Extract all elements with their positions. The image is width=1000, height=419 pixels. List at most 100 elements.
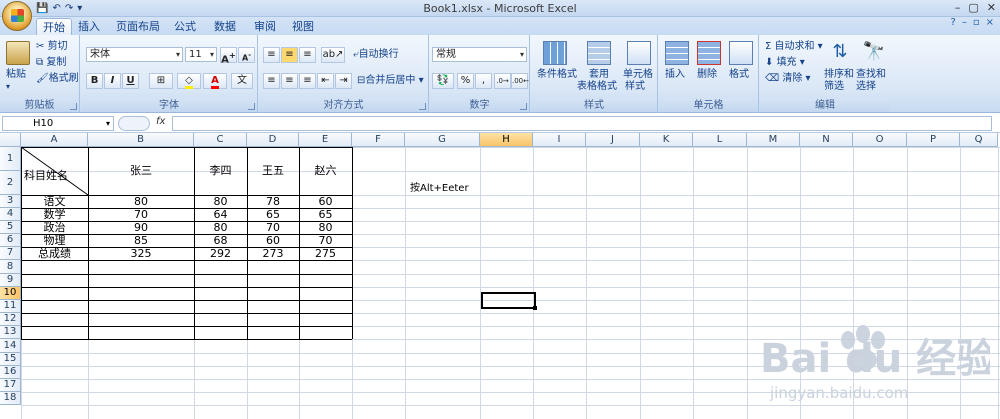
sort-filter-button[interactable]: 排序和 — [824, 69, 854, 81]
column-header-n[interactable]: N — [800, 133, 853, 147]
column-header-c[interactable]: C — [194, 133, 247, 147]
score-cell[interactable]: 70 — [247, 221, 299, 234]
fill-color-button[interactable]: ◇ — [177, 73, 201, 89]
delete-cells-button[interactable]: 删除 — [697, 69, 717, 81]
align-middle-button[interactable]: ≡ — [281, 47, 298, 63]
close-icon[interactable]: ✕ — [987, 1, 996, 15]
row-header-14[interactable]: 14 — [0, 339, 21, 353]
score-cell[interactable]: 273 — [247, 247, 299, 260]
tab-insert[interactable]: 插入 — [74, 18, 104, 35]
name-header-cell[interactable]: 张三 — [88, 147, 194, 195]
comma-button[interactable]: , — [475, 73, 492, 89]
insert-cells-button[interactable]: 插入 — [665, 69, 685, 81]
insert-function-button[interactable]: fx — [156, 116, 165, 127]
score-cell[interactable]: 68 — [194, 234, 247, 247]
row-header-18[interactable]: 18 — [0, 392, 21, 405]
alignment-launcher-icon[interactable] — [419, 103, 426, 110]
row-header-6[interactable]: 6 — [0, 234, 21, 247]
select-all-corner[interactable] — [0, 133, 21, 147]
wrap-text-button[interactable]: ⤶自动换行 — [353, 49, 399, 61]
score-cell[interactable]: 80 — [88, 195, 194, 208]
tab-view[interactable]: 视图 — [288, 18, 318, 35]
active-cell-cursor[interactable] — [481, 292, 536, 309]
name-header-cell[interactable]: 李四 — [194, 147, 247, 195]
shrink-font-button[interactable]: A- — [238, 47, 255, 63]
score-cell[interactable]: 65 — [299, 208, 352, 221]
clear-button[interactable]: ⌫ 清除 ▾ — [765, 73, 811, 85]
grow-font-button[interactable]: A+ — [220, 47, 237, 65]
font-color-button[interactable]: A — [203, 73, 227, 89]
score-cell[interactable]: 65 — [247, 208, 299, 221]
clipboard-launcher-icon[interactable] — [70, 103, 77, 110]
tab-page-layout[interactable]: 页面布局 — [112, 18, 164, 35]
row-header-11[interactable]: 11 — [0, 300, 21, 313]
column-header-d[interactable]: D — [247, 133, 299, 147]
currency-button[interactable]: 💱 — [432, 73, 454, 89]
row-header-12[interactable]: 12 — [0, 313, 21, 326]
row-header-16[interactable]: 16 — [0, 366, 21, 379]
header-corner-cell[interactable]: 科目姓名 — [24, 167, 84, 183]
row-header-4[interactable]: 4 — [0, 208, 21, 221]
fill-button[interactable]: ⬇ 填充 ▾ — [765, 57, 805, 69]
bold-button[interactable]: B — [86, 73, 103, 89]
row-header-13[interactable]: 13 — [0, 326, 21, 339]
column-header-m[interactable]: M — [747, 133, 800, 147]
score-cell[interactable]: 85 — [88, 234, 194, 247]
score-cell[interactable]: 60 — [299, 195, 352, 208]
subject-cell[interactable]: 物理 — [21, 234, 88, 247]
number-format-select[interactable]: 常规 ▾ — [432, 47, 527, 62]
format-as-table-button[interactable]: 套用 — [589, 69, 609, 81]
column-header-h[interactable]: H — [480, 133, 533, 147]
score-cell[interactable]: 80 — [299, 221, 352, 234]
score-cell[interactable]: 60 — [247, 234, 299, 247]
score-cell[interactable]: 90 — [88, 221, 194, 234]
row-header-3[interactable]: 3 — [0, 195, 21, 208]
column-header-l[interactable]: L — [693, 133, 747, 147]
copy-button[interactable]: ⧉ 复制 — [36, 57, 66, 69]
find-select-button[interactable]: 查找和 — [856, 69, 886, 81]
score-cell[interactable]: 292 — [194, 247, 247, 260]
row-header-15[interactable]: 15 — [0, 353, 21, 366]
font-size-select[interactable]: 11 ▾ — [185, 47, 217, 62]
align-bottom-button[interactable]: ≡ — [299, 47, 316, 63]
office-button[interactable] — [2, 1, 32, 31]
row-header-5[interactable]: 5 — [0, 221, 21, 234]
note-cell[interactable]: 按Alt+Eeter — [410, 179, 469, 194]
tab-review[interactable]: 审阅 — [250, 18, 280, 35]
column-header-q[interactable]: Q — [960, 133, 998, 147]
score-cell[interactable]: 78 — [247, 195, 299, 208]
column-header-o[interactable]: O — [853, 133, 907, 147]
row-header-1[interactable]: 1 — [0, 147, 21, 171]
increase-indent-button[interactable]: ⇥ — [335, 73, 352, 89]
row-header-17[interactable]: 17 — [0, 379, 21, 392]
merge-center-button[interactable]: ⊟合并后居中 ▾ — [357, 75, 424, 87]
row-header-10[interactable]: 10 — [0, 287, 21, 300]
column-header-b[interactable]: B — [88, 133, 194, 147]
column-header-i[interactable]: I — [533, 133, 586, 147]
paste-icon[interactable] — [6, 41, 30, 65]
number-launcher-icon[interactable] — [520, 103, 527, 110]
conditional-formatting-button[interactable]: 条件格式 — [537, 69, 577, 81]
score-cell[interactable]: 70 — [299, 234, 352, 247]
minimize-icon[interactable]: – — [955, 1, 961, 15]
workbook-close-icon[interactable]: × — [986, 17, 994, 28]
font-name-select[interactable]: 宋体 ▾ — [86, 47, 183, 62]
underline-button[interactable]: U — [122, 73, 139, 89]
increase-decimal-button[interactable]: .0→ — [494, 73, 511, 89]
subject-cell[interactable]: 数学 — [21, 208, 88, 221]
ribbon-minimize-icon[interactable]: – — [962, 17, 967, 28]
worksheet-grid[interactable]: ABCDEFGHIJKLMNOPQ 1 2 3 4 5 6 7 8 9 10 11 12 13 14 15 1… — [0, 133, 1000, 419]
font-launcher-icon[interactable] — [248, 103, 255, 110]
format-cells-button[interactable]: 格式 — [729, 69, 749, 81]
name-header-cell[interactable]: 王五 — [247, 147, 299, 195]
formula-input[interactable] — [172, 116, 992, 131]
cell-styles-button[interactable]: 单元格 — [623, 69, 653, 81]
column-header-g[interactable]: G — [405, 133, 480, 147]
align-right-button[interactable]: ≡ — [299, 73, 316, 89]
maximize-icon[interactable]: ▢ — [968, 1, 978, 15]
paste-button[interactable]: 粘贴 — [6, 69, 26, 81]
orientation-button[interactable]: ab↗ — [321, 47, 345, 63]
column-header-f[interactable]: F — [352, 133, 405, 147]
name-header-cell[interactable]: 赵六 — [299, 147, 352, 195]
row-header-9[interactable]: 9 — [0, 274, 21, 287]
